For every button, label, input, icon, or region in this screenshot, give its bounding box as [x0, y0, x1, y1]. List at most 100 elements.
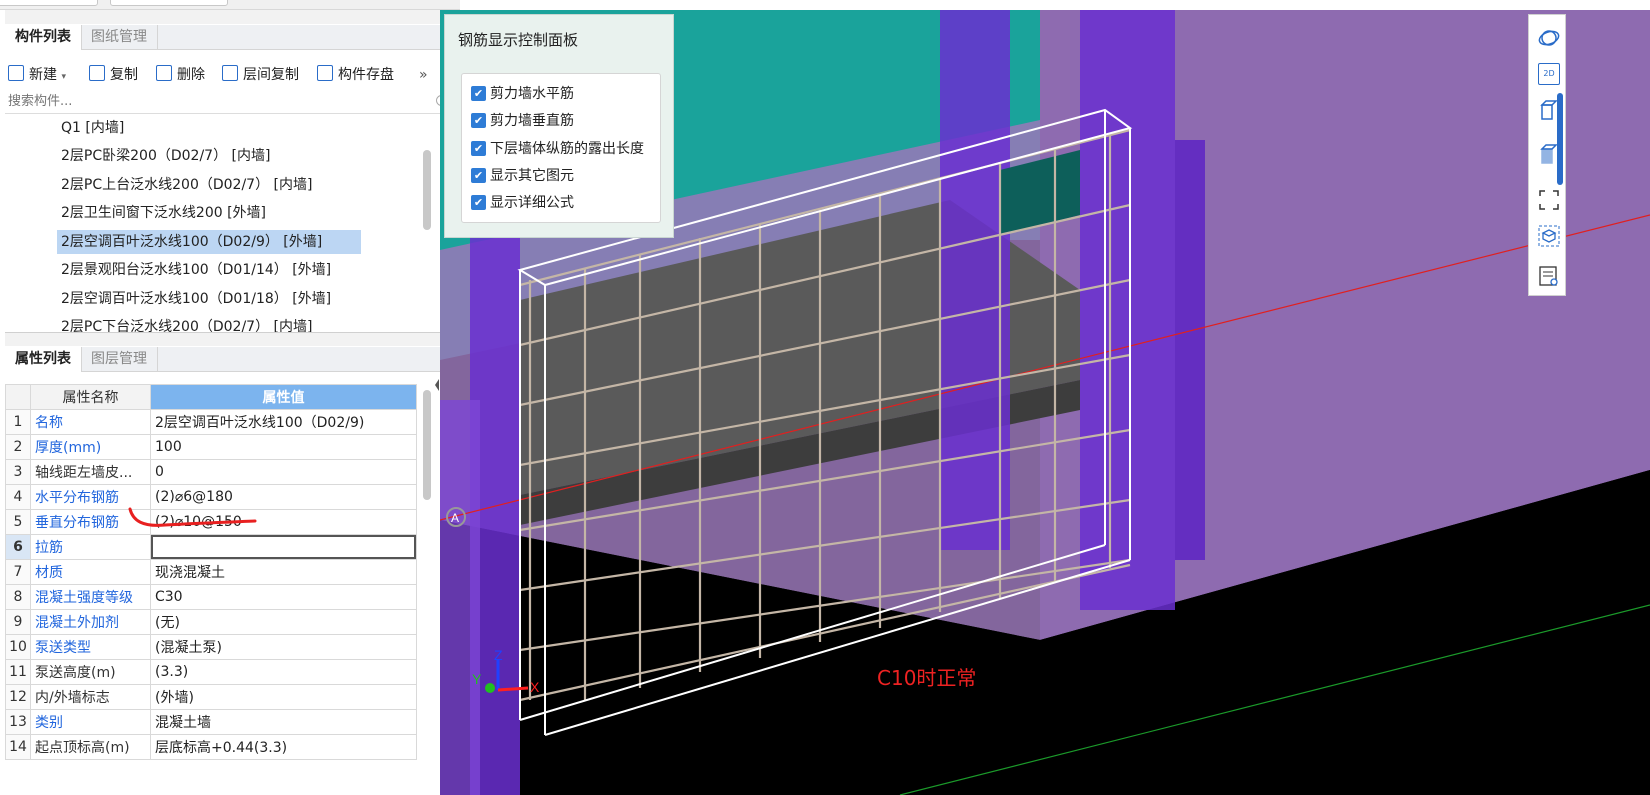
property-value[interactable]: (外墙) [150, 684, 417, 710]
search-input[interactable] [5, 90, 425, 112]
table-row: 11 泵送高度(m) (3.3) [5, 659, 417, 685]
row-number: 1 [5, 409, 31, 435]
y-axis-label: Y [472, 671, 482, 687]
tab-component-list[interactable]: 构件列表 [5, 25, 82, 50]
list-item[interactable]: 2层PC上台泛水线200（D02/7） [内墙] [57, 173, 316, 197]
floor-dropdown[interactable] [110, 0, 228, 6]
left-panel: ✕ 构件列表 图纸管理 新建 ▾ 复制 删除 层间复制 构件存盘 » Q1 [内… [0, 8, 460, 795]
properties-icon[interactable] [1538, 265, 1560, 287]
option-detailed-formula[interactable]: ✔ 显示详细公式 [471, 193, 574, 213]
property-value[interactable]: 2层空调百叶泛水线100（D02/9) [150, 409, 417, 435]
delete-button[interactable]: 删除 [156, 64, 205, 86]
property-value[interactable]: 100 [150, 434, 417, 460]
box-select-icon[interactable] [1538, 225, 1560, 247]
row-number: 8 [5, 584, 31, 610]
table-row: 10 泵送类型 (混凝土泵) [5, 634, 417, 660]
copy-button[interactable]: 复制 [89, 64, 138, 86]
more-button[interactable]: » [419, 64, 428, 86]
property-name: 类别 [30, 709, 151, 735]
fullscreen-icon[interactable] [1538, 189, 1560, 211]
property-name: 厚度(mm) [30, 434, 151, 460]
property-table: 属性名称 属性值 1 名称 2层空调百叶泛水线100（D02/9) 2 厚度(mm) 1… [5, 384, 417, 760]
property-name: 泵送类型 [30, 634, 151, 660]
table-row: 9 混凝土外加剂 (无) [5, 609, 417, 635]
row-number: 9 [5, 609, 31, 635]
checkbox-checked[interactable]: ✔ [471, 112, 486, 128]
red-underline-mark [128, 507, 257, 527]
floor-copy-icon [222, 65, 238, 81]
rebar-control-panel: 钢筋显示控制面板 ✔ 剪力墙水平筋 ✔ 剪力墙垂直筋 ✔ 下层墙体纵筋的露出长度 ✔ 显… [444, 14, 674, 238]
chevron-down-icon[interactable]: ▾ [61, 72, 66, 82]
save-component-button[interactable]: 构件存盘 [317, 64, 394, 86]
tab-drawing-management[interactable]: 图纸管理 [81, 25, 158, 50]
zoom-slider[interactable] [1557, 93, 1563, 185]
row-number: 10 [5, 634, 31, 660]
new-icon [8, 65, 24, 81]
checkbox-checked[interactable]: ✔ [471, 194, 486, 210]
list-item[interactable]: 2层空调百叶泛水线100（D01/18） [外墙] [57, 287, 335, 311]
component-panel-header: ✕ [5, 8, 460, 24]
checkbox-checked[interactable]: ✔ [471, 140, 486, 156]
property-value[interactable]: 混凝土墙 [150, 709, 417, 735]
orbit-icon[interactable] [1538, 27, 1560, 49]
checkbox-checked[interactable]: ✔ [471, 85, 486, 101]
checkbox-checked[interactable]: ✔ [471, 167, 486, 183]
property-value-header: 属性值 [150, 384, 417, 410]
table-row: 8 混凝土强度等级 C30 [5, 584, 417, 610]
list-scrollbar[interactable] [423, 150, 431, 230]
2d-view-icon[interactable]: 2D [1538, 63, 1560, 85]
option-vertical-rebar[interactable]: ✔ 剪力墙垂直筋 [471, 111, 574, 131]
point-marker-label: A [451, 511, 459, 525]
table-row: 13 类别 混凝土墙 [5, 709, 417, 735]
list-item[interactable]: 2层卫生间窗下泛水线200 [外墙] [57, 201, 270, 225]
property-name: 材质 [30, 559, 151, 585]
property-name: 泵送高度(m) [30, 659, 151, 685]
property-scrollbar[interactable] [423, 390, 431, 500]
list-item[interactable]: Q1 [内墙] [57, 116, 128, 140]
new-button[interactable]: 新建 ▾ [8, 64, 66, 86]
property-value[interactable]: (3.3) [150, 659, 417, 685]
options-box: ✔ 剪力墙水平筋 ✔ 剪力墙垂直筋 ✔ 下层墙体纵筋的露出长度 ✔ 显示其它图元 ✔ 显示… [461, 73, 661, 223]
option-other-elements[interactable]: ✔ 显示其它图元 [471, 166, 574, 186]
row-number: 14 [5, 734, 31, 760]
option-horizontal-rebar[interactable]: ✔ 剪力墙水平筋 [471, 84, 574, 104]
option-exposed-length[interactable]: ✔ 下层墙体纵筋的露出长度 [471, 139, 644, 159]
list-item[interactable]: 2层PC卧梁200（D02/7） [内墙] [57, 144, 274, 168]
property-value[interactable]: (混凝土泵) [150, 634, 417, 660]
floor-copy-button[interactable]: 层间复制 [222, 64, 299, 86]
save-icon [317, 65, 333, 81]
property-name: 混凝土强度等级 [30, 584, 151, 610]
property-tabs: 属性列表 图层管理 [5, 347, 460, 372]
table-row: 3 轴线距左墙皮... 0 [5, 459, 417, 485]
workspace-dropdown[interactable] [0, 0, 98, 6]
row-number: 4 [5, 484, 31, 510]
property-name: 起点顶标高(m) [30, 734, 151, 760]
top-bar [0, 0, 460, 10]
right-toolbar: 2D [1528, 14, 1566, 296]
row-number: 7 [5, 559, 31, 585]
property-name: 名称 [30, 409, 151, 435]
z-axis-label: Z [494, 647, 503, 663]
property-panel-header: ✕ [5, 331, 460, 347]
row-number: 6 [5, 534, 31, 560]
tab-property-list[interactable]: 属性列表 [5, 347, 82, 372]
table-row: 1 名称 2层空调百叶泛水线100（D02/9) [5, 409, 417, 435]
property-name: 轴线距左墙皮... [30, 459, 151, 485]
delete-icon [156, 65, 172, 81]
list-item[interactable]: 2层景观阳台泛水线100（D01/14） [外墙] [57, 258, 335, 282]
property-name-header: 属性名称 [30, 384, 151, 410]
property-name: 混凝土外加剂 [30, 609, 151, 635]
table-row: 14 起点顶标高(m) 层底标高+0.44(3.3) [5, 734, 417, 760]
property-value[interactable]: (无) [150, 609, 417, 635]
property-value[interactable]: 层底标高+0.44(3.3) [150, 734, 417, 760]
list-item-selected[interactable]: 2层空调百叶泛水线100（D02/9） [外墙] [57, 230, 361, 254]
property-value[interactable]: C30 [150, 584, 417, 610]
property-value[interactable]: 0 [150, 459, 417, 485]
tab-layer-management[interactable]: 图层管理 [81, 347, 158, 372]
row-number: 2 [5, 434, 31, 460]
component-tabs: 构件列表 图纸管理 [5, 25, 460, 50]
row-number: 3 [5, 459, 31, 485]
copy-icon [89, 65, 105, 81]
property-value[interactable]: 现浇混凝土 [150, 559, 417, 585]
component-toolbar: 新建 ▾ 复制 删除 层间复制 构件存盘 » [5, 60, 460, 90]
